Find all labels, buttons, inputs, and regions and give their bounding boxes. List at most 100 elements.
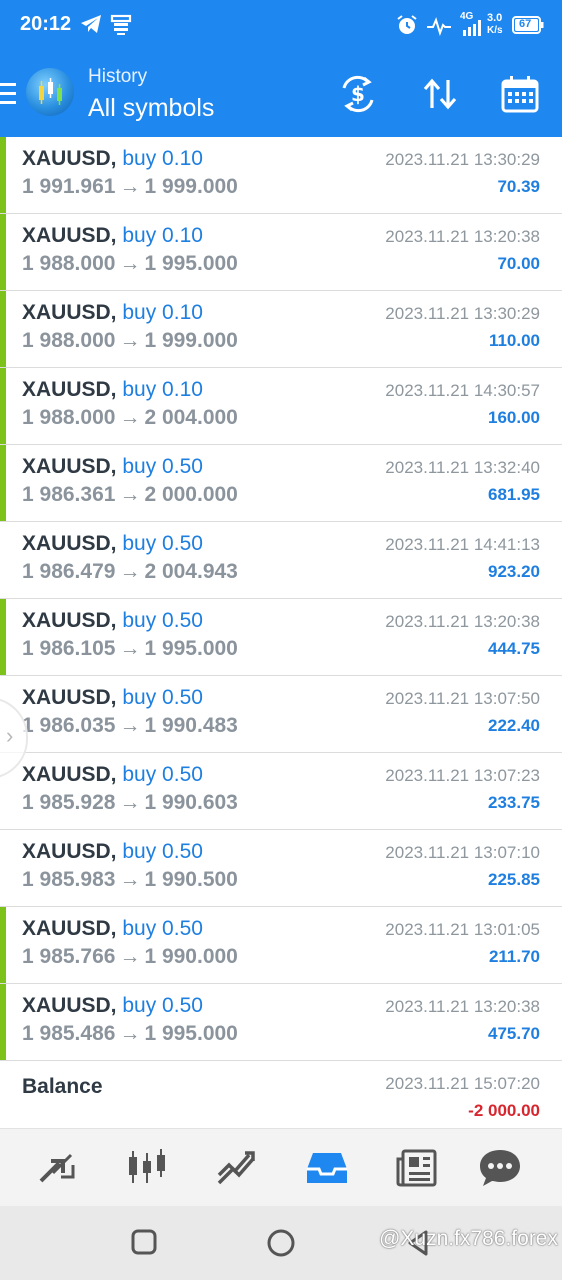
- close-price: 1 990.603: [144, 791, 238, 814]
- trade-symbol: XAUUSD, buy 0.50: [22, 994, 203, 1018]
- balance-datetime: 2023.11.21 15:07:20: [385, 1074, 540, 1093]
- watermark-text: @Xuzn.fx786.forex: [379, 1227, 558, 1250]
- app-logo: [26, 68, 74, 116]
- history-row[interactable]: XAUUSD, buy 0.50 1 986.479 → 2 004.943 2023.…: [0, 522, 562, 599]
- arrow-icon: →: [119, 483, 141, 506]
- history-row[interactable]: XAUUSD, buy 0.50 1 986.361 → 2 000.000 2023.…: [0, 445, 562, 522]
- alarm-icon: [396, 14, 418, 36]
- history-row[interactable]: XAUUSD, buy 0.50 1 985.766 → 1 990.000 2023.…: [0, 907, 562, 984]
- arrow-icon: →: [119, 560, 141, 583]
- recent-apps-icon[interactable]: [131, 1228, 157, 1261]
- history-row[interactable]: XAUUSD, buy 0.50 1 985.928 → 1 990.603 2023.…: [0, 753, 562, 830]
- trade-profit: 475.70: [488, 1024, 540, 1043]
- trade-prices: 1 985.486 → 1 995.000: [22, 1022, 238, 1046]
- trade-direction: buy 0.50: [122, 763, 203, 786]
- open-price: 1 988.000: [22, 329, 116, 352]
- history-row[interactable]: XAUUSD, buy 0.50 1 985.486 → 1 995.000 2023.…: [0, 984, 562, 1061]
- trade-datetime: 2023.11.21 13:01:05: [385, 920, 540, 939]
- sort-icon[interactable]: [420, 74, 460, 114]
- trade-direction: buy 0.10: [122, 224, 203, 247]
- trade-symbol: XAUUSD, buy 0.50: [22, 455, 203, 479]
- trade-prices: 1 986.105 → 1 995.000: [22, 637, 238, 661]
- open-price: 1 985.983: [22, 868, 116, 891]
- bottom-navigation: [0, 1128, 562, 1207]
- close-price: 1 995.000: [144, 637, 238, 660]
- open-price: 1 986.105: [22, 637, 116, 660]
- symbol-name: XAUUSD,: [22, 686, 117, 709]
- trade-profit: 233.75: [488, 793, 540, 812]
- trade-profit: 222.40: [488, 716, 540, 735]
- trade-prices: 1 986.035 → 1 990.483: [22, 714, 238, 738]
- trade-direction: buy 0.10: [122, 147, 203, 170]
- history-icon[interactable]: [305, 1147, 349, 1189]
- trade-datetime: 2023.11.21 13:20:38: [385, 997, 540, 1016]
- trade-profit: 225.85: [488, 870, 540, 889]
- close-price: 1 995.000: [144, 252, 238, 275]
- trade-profit: 681.95: [488, 485, 540, 504]
- close-price: 2 004.943: [144, 560, 238, 583]
- trade-direction: buy 0.50: [122, 532, 203, 555]
- battery-level: 67: [519, 18, 532, 30]
- trade-direction: buy 0.10: [122, 301, 203, 324]
- symbol-filter-title[interactable]: All symbols: [88, 94, 214, 123]
- arrow-icon: →: [119, 252, 141, 275]
- open-price: 1 985.766: [22, 945, 116, 968]
- trade-direction: buy 0.50: [122, 917, 203, 940]
- trade-symbol: XAUUSD, buy 0.50: [22, 609, 203, 633]
- trade-prices: 1 986.479 → 2 004.943: [22, 560, 238, 584]
- open-price: 1 988.000: [22, 252, 116, 275]
- quotes-icon[interactable]: [35, 1147, 79, 1189]
- history-row[interactable]: XAUUSD, buy 0.50 1 986.105 → 1 995.000 2023.…: [0, 599, 562, 676]
- arrow-icon: →: [119, 637, 141, 660]
- chat-icon[interactable]: [478, 1147, 522, 1189]
- trade-profit: 110.00: [488, 331, 540, 350]
- trade-symbol: XAUUSD, buy 0.50: [22, 917, 203, 941]
- balance-row[interactable]: Balance 2023.11.21 15:07:20 -2 000.00: [0, 1061, 562, 1137]
- trade-symbol: XAUUSD, buy 0.50: [22, 532, 203, 556]
- arrow-icon: →: [119, 945, 141, 968]
- deposit-filter-icon[interactable]: $: [338, 74, 378, 114]
- telegram-icon: [80, 14, 102, 34]
- speed-unit: K/s: [487, 25, 503, 36]
- trade-icon[interactable]: [215, 1147, 259, 1189]
- svg-text:$: $: [351, 82, 365, 106]
- news-icon[interactable]: [395, 1147, 439, 1189]
- menu-icon[interactable]: [0, 80, 18, 108]
- history-row[interactable]: XAUUSD, buy 0.50 1 986.035 → 1 990.483 2023.…: [0, 676, 562, 753]
- trade-prices: 1 988.000 → 2 004.000: [22, 406, 238, 430]
- history-row[interactable]: XAUUSD, buy 0.10 1 988.000 → 2 004.000 2023.…: [0, 368, 562, 445]
- trade-profit: 70.39: [497, 177, 540, 196]
- history-row[interactable]: XAUUSD, buy 0.10 1 988.000 → 1 999.000 2023.…: [0, 291, 562, 368]
- trade-symbol: XAUUSD, buy 0.10: [22, 147, 203, 171]
- trade-profit: 160.00: [488, 408, 540, 427]
- signal-icon: [462, 20, 482, 36]
- open-price: 1 985.486: [22, 1022, 116, 1045]
- balance-amount: -2 000.00: [468, 1101, 540, 1120]
- status-time: 20:12: [20, 13, 72, 35]
- arrow-icon: →: [119, 329, 141, 352]
- symbol-name: XAUUSD,: [22, 301, 117, 324]
- history-row[interactable]: XAUUSD, buy 0.10 1 988.000 → 1 995.000 2023.…: [0, 214, 562, 291]
- trade-datetime: 2023.11.21 13:30:29: [385, 150, 540, 169]
- trade-profit: 70.00: [497, 254, 540, 273]
- history-row[interactable]: XAUUSD, buy 0.50 1 985.983 → 1 990.500 2023.…: [0, 830, 562, 907]
- trade-symbol: XAUUSD, buy 0.50: [22, 763, 203, 787]
- symbol-name: XAUUSD,: [22, 994, 117, 1017]
- calendar-icon[interactable]: [500, 74, 540, 114]
- trade-direction: buy 0.50: [122, 686, 203, 709]
- trade-profit: 211.70: [488, 947, 540, 966]
- trade-profit: 444.75: [488, 639, 540, 658]
- trade-datetime: 2023.11.21 13:20:38: [385, 612, 540, 631]
- chart-icon[interactable]: [125, 1147, 169, 1189]
- trade-datetime: 2023.11.21 13:07:10: [385, 843, 540, 862]
- arrow-icon: →: [119, 714, 141, 737]
- history-row[interactable]: XAUUSD, buy 0.10 1 991.961 → 1 999.000 2023.…: [0, 137, 562, 214]
- home-icon[interactable]: [266, 1228, 296, 1263]
- symbol-name: XAUUSD,: [22, 532, 117, 555]
- open-price: 1 985.928: [22, 791, 116, 814]
- notification-icon: [110, 14, 132, 36]
- close-price: 1 999.000: [144, 329, 238, 352]
- trade-datetime: 2023.11.21 13:32:40: [385, 458, 540, 477]
- trade-direction: buy 0.50: [122, 840, 203, 863]
- symbol-name: XAUUSD,: [22, 147, 117, 170]
